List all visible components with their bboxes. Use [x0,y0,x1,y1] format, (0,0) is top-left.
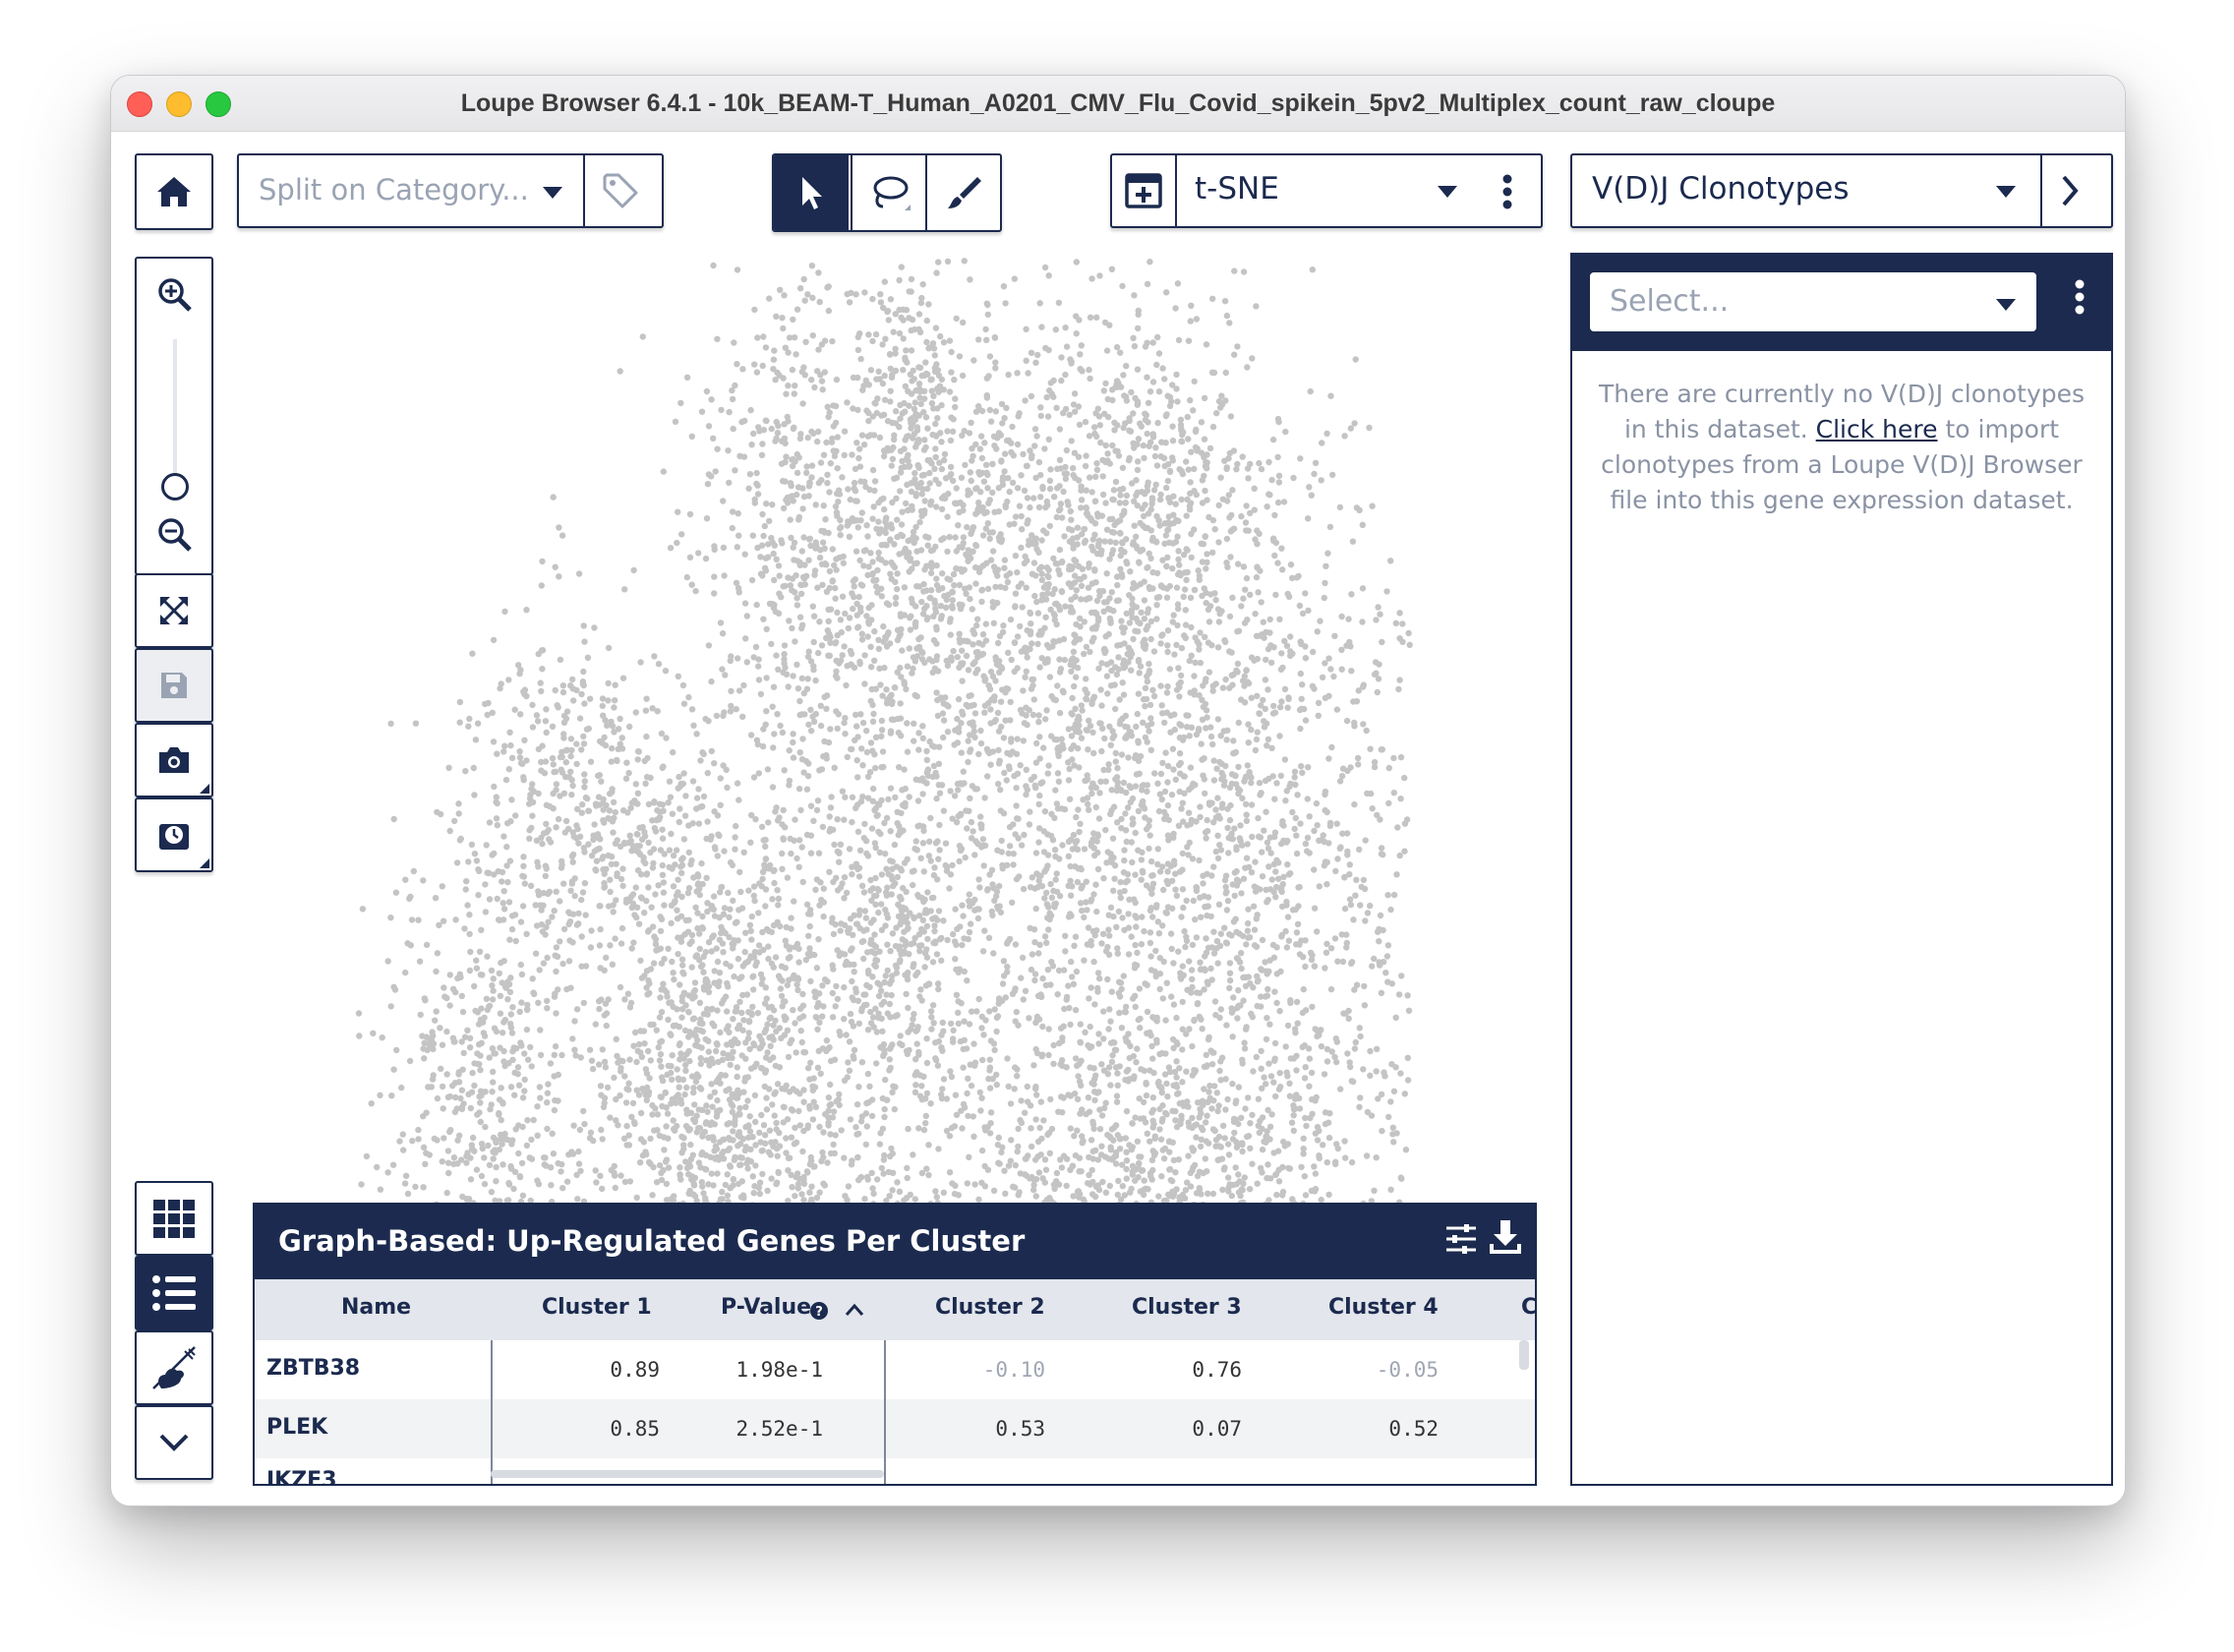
corner-indicator-icon [200,784,209,794]
zoom-in-button[interactable] [156,276,194,318]
pointer-tool-button[interactable] [774,155,849,230]
cluster-3-value: 0.07 [1192,1417,1242,1441]
sliders-icon[interactable] [1444,1222,1478,1256]
vdj-panel: Select... There are currently no V(D)J c… [1570,253,2113,1486]
violin-icon [152,1346,196,1389]
title-bar: Loupe Browser 6.4.1 - 10k_BEAM-T_Human_A… [111,76,2125,132]
column-header-name[interactable]: Name [341,1295,411,1320]
list-icon [152,1275,196,1311]
zoom-slider-handle[interactable] [161,473,189,501]
reset-view-button[interactable] [135,573,213,648]
chevron-down-icon [1996,186,2016,198]
violin-plot-button[interactable] [135,1330,213,1405]
clonotype-select[interactable]: Select... [1590,272,2036,331]
import-clonotypes-link[interactable]: Click here [1816,415,1938,443]
export-timer-icon [159,824,189,850]
collapse-panel-button[interactable] [135,1405,213,1480]
chevron-down-icon [1438,186,1457,198]
cluster-1-value: 0.85 [610,1417,660,1441]
help-icon[interactable]: ? [809,1301,829,1321]
gene-name: IKZF3 [266,1468,337,1486]
cluster-4-value: -0.05 [1376,1358,1439,1382]
p-value: 1.98e-1 [735,1358,823,1382]
view-toolbar [135,257,213,886]
lasso-icon [873,176,911,210]
grid-view-button[interactable] [135,1181,213,1256]
divider [583,155,585,226]
vertical-scrollbar[interactable] [1519,1340,1529,1370]
chevron-right-icon[interactable] [2058,173,2082,208]
projection-dropdown[interactable]: t-SNE [1110,153,1543,228]
new-projection-button[interactable] [1112,155,1177,226]
cluster-4-value: 0.52 [1388,1417,1439,1441]
tag-icon[interactable] [601,171,640,210]
corner-indicator-icon [200,858,209,868]
vdj-clonotypes-dropdown[interactable]: V(D)J Clonotypes [1570,153,2113,228]
gene-name: ZBTB38 [266,1356,361,1381]
column-header-cluster-5-partial[interactable]: C [1521,1295,1535,1320]
app-window: Loupe Browser 6.4.1 - 10k_BEAM-T_Human_A… [110,75,2126,1506]
divider [2040,155,2042,226]
chevron-down-icon [543,187,562,199]
no-clonotypes-message: There are currently no V(D)J clonotypes … [1592,377,2091,518]
download-icon[interactable] [1488,1218,1523,1256]
column-header-cluster-4[interactable]: Cluster 4 [1328,1295,1439,1320]
projection-label: t-SNE [1195,171,1279,206]
more-options-icon[interactable] [2074,278,2086,316]
cursor-arrow-icon [802,177,822,209]
list-view-button[interactable] [135,1256,213,1330]
tsne-plot[interactable] [339,248,1421,1270]
table-row[interactable]: IKZF3 [255,1458,1535,1486]
split-on-category-dropdown[interactable]: Split on Category... [237,153,664,228]
home-button[interactable] [135,153,213,230]
expand-arrows-icon [160,597,188,624]
zoom-out-icon [158,518,192,552]
cluster-2-value: -0.10 [982,1358,1045,1382]
table-header-bar: Graph-Based: Up-Regulated Genes Per Clus… [255,1205,1535,1279]
chevron-down-icon [1996,299,2016,311]
column-header-p-value[interactable]: P-Value [721,1295,811,1320]
selection-tools [772,153,1002,232]
panel-toolbar [135,1181,213,1488]
zoom-in-icon [158,278,192,312]
sort-ascending-icon[interactable] [845,1303,864,1317]
table-column-header: Name Cluster 1 P-Value ? Cluster 2 Clust… [255,1279,1535,1340]
export-button[interactable] [135,797,213,872]
window-title: Loupe Browser 6.4.1 - 10k_BEAM-T_Human_A… [460,89,1776,117]
cluster-1-value: 0.89 [610,1358,660,1382]
camera-icon [159,747,189,773]
paintbrush-icon [948,177,981,208]
grid-icon [153,1200,195,1238]
brush-tool-button[interactable] [925,155,1000,230]
table-title: Graph-Based: Up-Regulated Genes Per Clus… [278,1224,1026,1258]
vdj-panel-header: Select... [1572,255,2111,351]
column-separator [884,1340,886,1484]
table-row[interactable]: PLEK 0.85 2.52e-1 0.53 0.07 0.52 [255,1399,1535,1458]
column-separator [491,1340,493,1484]
save-icon [161,673,187,698]
table-row[interactable]: ZBTB38 0.89 1.98e-1 -0.10 0.76 -0.05 [255,1340,1535,1399]
more-options-icon[interactable] [1501,173,1513,210]
column-header-cluster-2[interactable]: Cluster 2 [935,1295,1045,1320]
split-on-category-label: Split on Category... [259,173,529,206]
p-value: 2.52e-1 [735,1417,823,1441]
column-header-cluster-3[interactable]: Cluster 3 [1132,1295,1242,1320]
horizontal-scrollbar[interactable] [491,1470,884,1478]
save-button[interactable] [135,648,213,723]
add-window-icon [1125,173,1162,208]
clonotype-select-placeholder: Select... [1610,284,1730,319]
home-icon [157,177,191,206]
zoom-track [173,339,177,477]
vdj-clonotypes-label: V(D)J Clonotypes [1592,171,1850,206]
cluster-2-value: 0.53 [995,1417,1045,1441]
zoom-out-button[interactable] [156,516,194,558]
chevron-down-icon [159,1434,189,1451]
column-header-cluster-1[interactable]: Cluster 1 [542,1295,652,1320]
genes-table-panel: Graph-Based: Up-Regulated Genes Per Clus… [253,1203,1537,1486]
cluster-3-value: 0.76 [1192,1358,1242,1382]
zoom-control [135,257,213,575]
lasso-tool-button[interactable] [851,155,925,230]
screenshot-button[interactable] [135,723,213,797]
gene-name: PLEK [266,1415,328,1440]
